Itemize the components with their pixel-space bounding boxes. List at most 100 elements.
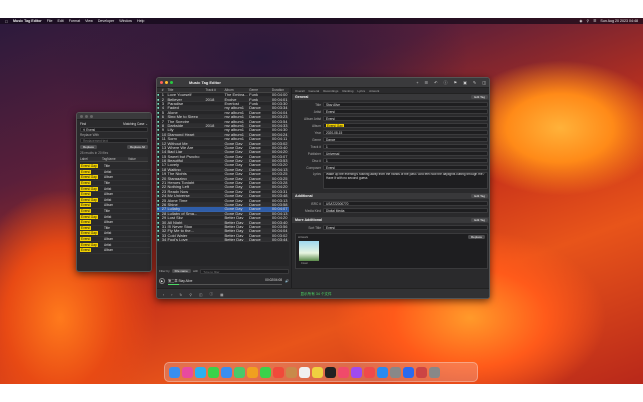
replace-all-button[interactable]: Replace All: [126, 145, 148, 149]
field-input[interactable]: Stay Alive: [323, 102, 488, 107]
list-icon[interactable]: ☰: [425, 80, 429, 86]
col-duration[interactable]: Duration: [272, 88, 289, 92]
apple-icon[interactable]: : [5, 19, 8, 24]
menu-app-name[interactable]: Music Tag Editor: [13, 19, 42, 23]
maps-icon[interactable]: [234, 366, 245, 378]
inspector-tab[interactable]: Artwork: [369, 89, 379, 93]
col-track[interactable]: Track #: [205, 88, 224, 92]
calendar-icon[interactable]: [273, 366, 284, 378]
menu-help[interactable]: Help: [137, 19, 144, 23]
grid-icon[interactable]: ▦: [220, 293, 223, 297]
notes-icon[interactable]: [312, 366, 323, 378]
inspector-tab[interactable]: General: [309, 89, 320, 93]
search-icon[interactable]: ⚲: [189, 293, 192, 297]
lyrics-field[interactable]: Wake up the evening's rushing away from …: [323, 172, 488, 189]
field-input[interactable]: Eversi: [323, 165, 488, 170]
minimize-button[interactable]: [165, 81, 168, 84]
field-input[interactable]: 1: [323, 158, 488, 163]
replace-button[interactable]: Replace: [80, 145, 98, 149]
edit-tag-button-more[interactable]: Edit Tag: [471, 218, 488, 222]
volume-icon[interactable]: 🔊: [285, 279, 289, 283]
music-icon[interactable]: [338, 366, 349, 378]
safari-icon[interactable]: [195, 366, 206, 378]
contacts-icon[interactable]: [286, 366, 297, 378]
info-icon[interactable]: ⓘ: [443, 80, 447, 86]
inspector-tab[interactable]: Recordings: [323, 89, 338, 93]
save-icon[interactable]: ▣: [463, 80, 467, 86]
field-input[interactable]: 2020-08-15: [323, 130, 488, 135]
field-input[interactable]: Eversi: [323, 116, 488, 121]
album-artwork-image[interactable]: [299, 241, 319, 261]
wifi-icon[interactable]: ◉: [579, 19, 582, 23]
menu-developer[interactable]: Developer: [98, 19, 114, 23]
menubar-clock[interactable]: Sun Aug 20 2023 04:48: [600, 19, 638, 23]
edit-tag-button[interactable]: Edit Tag: [471, 95, 488, 99]
forward-icon[interactable]: ›: [171, 293, 172, 297]
table-row[interactable]: ● 34 Fool's Love Better Day Dance 00:03:44: [157, 237, 289, 243]
field-input[interactable]: Dance: [323, 137, 488, 142]
back-icon[interactable]: ‹: [163, 293, 164, 297]
undo-icon[interactable]: ↶: [434, 80, 437, 86]
menu-format[interactable]: Format: [69, 19, 80, 23]
news-icon[interactable]: [364, 366, 375, 378]
inspector-tab[interactable]: Overall: [295, 89, 305, 93]
field-input[interactable]: USAT22000770: [323, 201, 488, 206]
messages-icon[interactable]: [208, 366, 219, 378]
playback-progress[interactable]: [168, 283, 283, 285]
menu-view[interactable]: View: [85, 19, 93, 23]
edit-icon[interactable]: ✎: [473, 80, 476, 86]
field-input[interactable]: Eversi: [323, 225, 488, 230]
trash-icon[interactable]: [429, 366, 440, 378]
replace-input[interactable]: Replacement text: [80, 138, 148, 143]
inspector-tab[interactable]: Lyrics: [357, 89, 365, 93]
field-input[interactable]: Digital Media: [323, 208, 488, 213]
mail-icon[interactable]: [221, 366, 232, 378]
play-icon[interactable]: ▶: [159, 278, 165, 284]
field-input[interactable]: Universal: [323, 151, 488, 156]
menu-window[interactable]: Window: [119, 19, 132, 23]
search-icon[interactable]: ⚲: [587, 19, 590, 23]
refresh-icon[interactable]: ↻: [179, 293, 182, 297]
field-input[interactable]: Eversi Gap: [323, 123, 488, 128]
add-icon[interactable]: +: [416, 80, 418, 86]
col-value[interactable]: Value: [128, 157, 136, 161]
reminders-icon[interactable]: [299, 366, 310, 378]
podcasts-icon[interactable]: [351, 366, 362, 378]
app-store-icon[interactable]: [377, 366, 388, 378]
col-album[interactable]: Album: [224, 88, 249, 92]
col-title[interactable]: Title: [167, 88, 205, 92]
tag-icon[interactable]: ⚑: [453, 80, 457, 86]
edit-tag-button-additional[interactable]: Edit Tag: [471, 194, 488, 198]
find-result-row[interactable]: Eversi Album: [80, 248, 150, 254]
tv-icon[interactable]: [325, 366, 336, 378]
close-button[interactable]: [80, 114, 83, 118]
inspector-tab[interactable]: Ranking: [342, 89, 353, 93]
system-settings-icon[interactable]: [390, 366, 401, 378]
control-center-icon[interactable]: ☰: [593, 19, 596, 23]
music-tag-editor-icon[interactable]: [416, 366, 427, 378]
facetime-icon[interactable]: [260, 366, 271, 378]
col-tagname[interactable]: TagName: [102, 157, 128, 161]
close-button[interactable]: [160, 81, 163, 84]
minimize-button[interactable]: [85, 114, 88, 118]
menu-file[interactable]: File: [47, 19, 53, 23]
field-input[interactable]: 1: [323, 144, 488, 149]
col-label[interactable]: Label: [80, 157, 102, 161]
filter-input[interactable]: Type to filter: [200, 268, 289, 274]
zoom-button[interactable]: [90, 114, 93, 118]
launchpad-icon[interactable]: [182, 366, 193, 378]
folder-icon[interactable]: ◫: [199, 293, 202, 297]
field-input[interactable]: Eversi: [323, 109, 488, 114]
sidebar-icon[interactable]: ◫: [482, 80, 486, 86]
menu-edit[interactable]: Edit: [57, 19, 63, 23]
photos-icon[interactable]: [247, 366, 258, 378]
filter-field-select[interactable]: File name: [171, 269, 191, 273]
finder-icon[interactable]: [169, 366, 180, 378]
match-case-dropdown[interactable]: Matching Case ⌄: [123, 122, 148, 126]
info-icon[interactable]: ⓘ: [209, 292, 213, 297]
xcode-icon[interactable]: [403, 366, 414, 378]
artwork-replace-button[interactable]: Replace: [467, 235, 485, 239]
col-genre[interactable]: Genre: [249, 88, 272, 92]
find-input[interactable]: ⚲ Eversi: [80, 127, 148, 132]
zoom-button[interactable]: [170, 81, 173, 84]
